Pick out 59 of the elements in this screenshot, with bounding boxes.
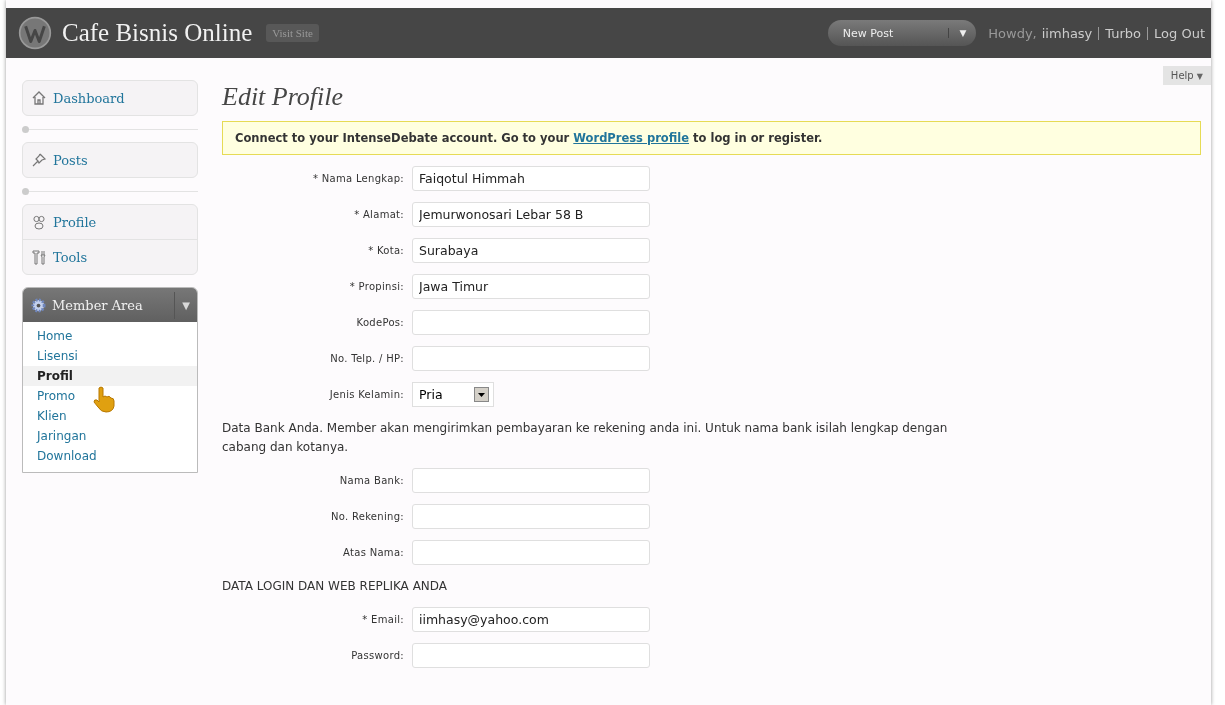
profile-link[interactable]: WordPress profile	[573, 131, 690, 145]
field-label: Atas Nama:	[342, 547, 404, 558]
dropdown-arrow-icon	[478, 392, 485, 397]
field-label: No. Telp. / HP:	[329, 353, 404, 364]
user-link[interactable]: iimhasy	[1041, 25, 1093, 41]
input-field[interactable]	[412, 468, 650, 493]
input-field[interactable]	[412, 540, 650, 565]
field-label: No. Rekening:	[329, 511, 404, 522]
toggle-caret[interactable]: ▼	[174, 291, 197, 319]
collapse-icon[interactable]	[22, 187, 29, 195]
site-title: Cafe Bisnis Online	[62, 19, 253, 47]
field-label: * Email:	[361, 614, 404, 625]
field-label: * Nama Lengkap:	[311, 173, 404, 184]
wordpress-logo-icon	[18, 16, 52, 50]
submenu-item[interactable]: Klien	[23, 406, 197, 426]
greeting-text: Howdy,	[988, 25, 1037, 41]
menu-heading[interactable]: Member Area	[52, 297, 169, 313]
input-field[interactable]	[412, 310, 650, 335]
field-label: * Propinsi:	[348, 281, 404, 292]
field-label: * Alamat:	[353, 209, 404, 220]
submenu-item[interactable]: Lisensi	[23, 346, 197, 366]
dropdown[interactable]: Pria	[412, 382, 494, 407]
submenu-item[interactable]: Home	[23, 326, 197, 346]
submenu-item[interactable]: Download	[23, 446, 197, 466]
field-label: Password:	[350, 650, 404, 661]
notice-text: Connect to your IntenseDebate account. Go to your WordPress profile to log in or register.	[222, 121, 1201, 155]
gear-icon	[31, 297, 46, 313]
input-field[interactable]	[412, 504, 650, 529]
section-text: Data Bank Anda. Member akan mengirimkan pembayaran ke rekening anda ini. Untuk nama bank isilah lengkap dengan cabang dan kotanya.	[222, 420, 949, 456]
submenu-item[interactable]: Promo	[23, 386, 197, 406]
input-field[interactable]	[412, 643, 650, 668]
menu-item[interactable]: Tools	[23, 239, 197, 274]
page-title: Edit Profile	[222, 82, 345, 112]
tools-icon	[31, 249, 47, 265]
house-icon	[31, 90, 47, 106]
pushpin-icon	[31, 152, 47, 168]
field-label: * Kota:	[367, 245, 404, 256]
header-link[interactable]: Log Out	[1147, 26, 1205, 40]
menu-item[interactable]: Profile	[23, 205, 197, 239]
section-text: DATA LOGIN DAN WEB REPLIKA ANDA	[222, 578, 449, 595]
input-field[interactable]: Jemurwonosari Lebar 58 B	[412, 202, 650, 227]
hand-cursor-icon	[93, 386, 115, 414]
users-icon	[31, 214, 47, 230]
new-post-button[interactable]: New Post ▼	[827, 20, 977, 46]
input-field[interactable]: Surabaya	[412, 238, 650, 263]
input-field[interactable]: Faiqotul Himmah	[412, 166, 650, 191]
field-label: Jenis Kelamin:	[328, 389, 404, 400]
input-field[interactable]: Jawa Timur	[412, 274, 650, 299]
field-label: Nama Bank:	[338, 475, 404, 486]
submenu-item[interactable]: Jaringan	[23, 426, 197, 446]
header-link[interactable]: Turbo	[1098, 26, 1142, 40]
submenu-item[interactable]: Profil	[23, 366, 197, 386]
input-field[interactable]	[412, 346, 650, 371]
menu-item[interactable]: Dashboard	[23, 81, 197, 115]
collapse-icon[interactable]	[22, 125, 29, 133]
input-field[interactable]: iimhasy@yahoo.com	[412, 607, 650, 632]
field-label: KodePos:	[355, 317, 404, 328]
help-button[interactable]: Help ▼	[1162, 66, 1211, 85]
menu-item[interactable]: Posts	[23, 143, 197, 177]
